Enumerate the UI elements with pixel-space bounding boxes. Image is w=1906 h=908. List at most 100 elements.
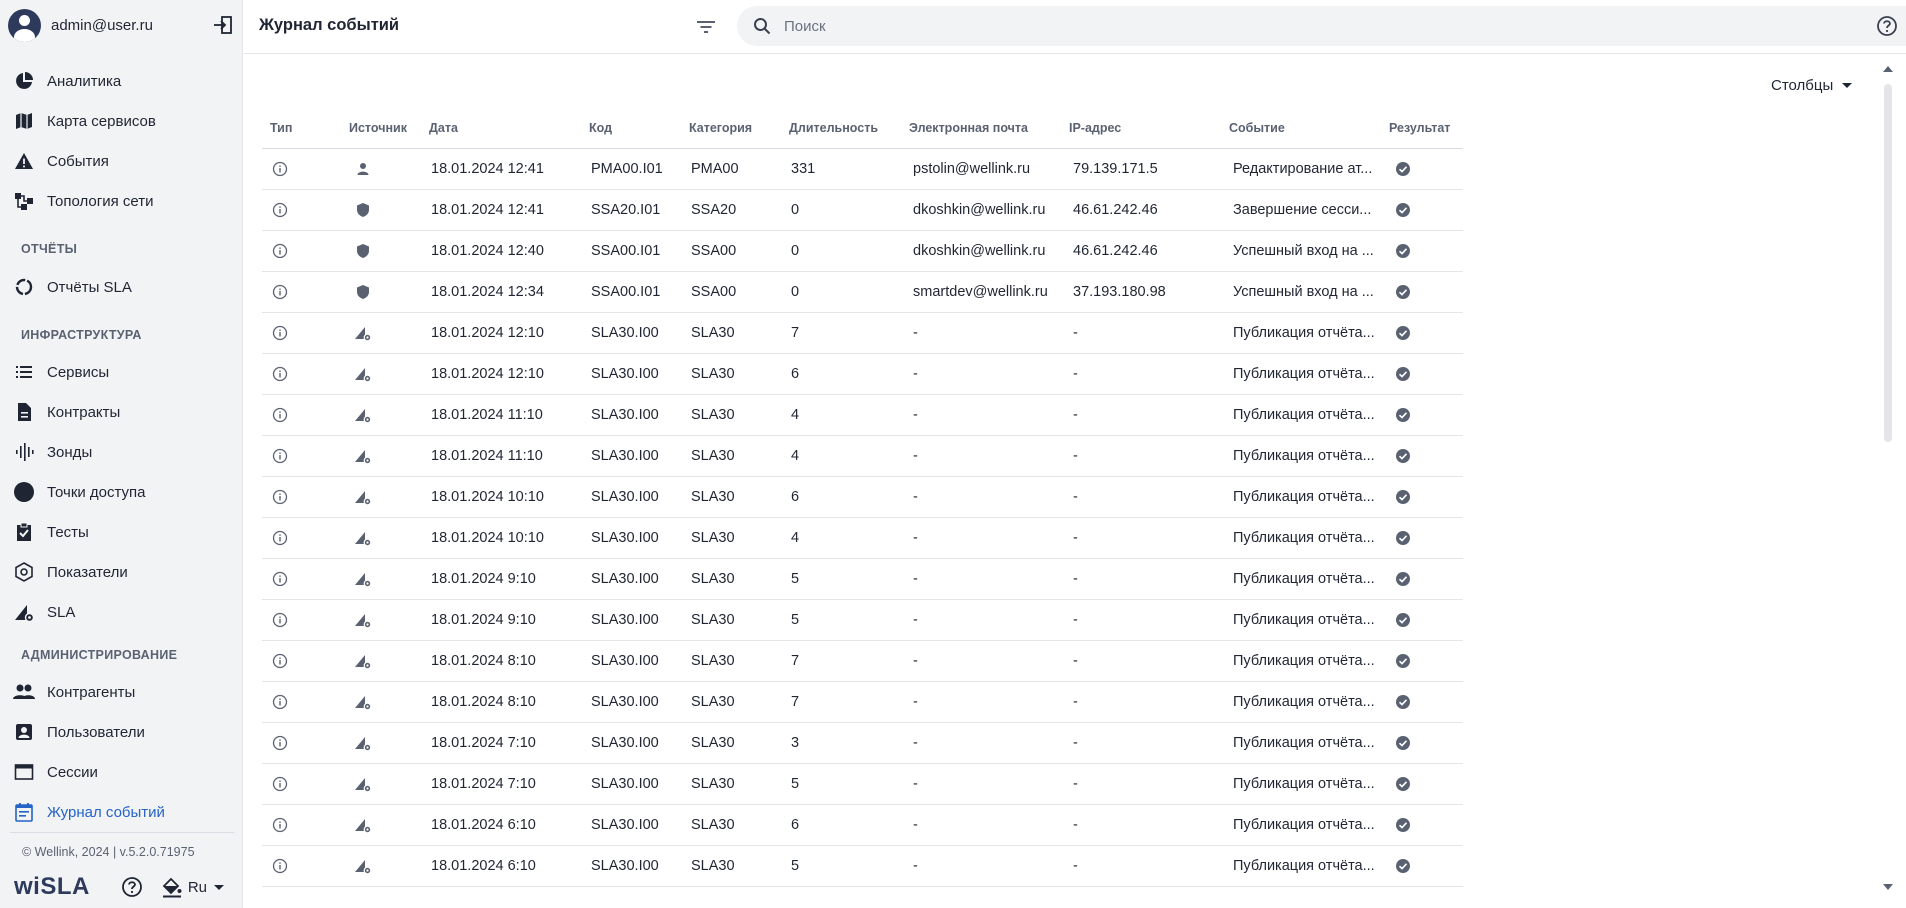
search-input[interactable] bbox=[784, 17, 1784, 35]
sidebar-item-counterparties[interactable]: Контрагенты bbox=[12, 676, 237, 708]
table-row[interactable]: 18.01.2024 8:10 SLA30.I00 SLA30 7 - - Публикац… bbox=[262, 682, 1463, 723]
date-cell: 18.01.2024 6:10 bbox=[431, 858, 536, 874]
table-row[interactable]: 18.01.2024 12:41 PMA00.I01 PMA00 331 pstolin… bbox=[262, 149, 1463, 190]
table-row[interactable]: 18.01.2024 6:10 SLA30.I00 SLA30 6 - - Публикац… bbox=[262, 805, 1463, 846]
table-row[interactable]: 18.01.2024 7:10 SLA30.I00 SLA30 3 - - Публикац… bbox=[262, 723, 1463, 764]
info-icon bbox=[270, 323, 290, 343]
sidebar-item-analytics[interactable]: Аналитика bbox=[12, 65, 237, 97]
sidebar-item-sla-reports[interactable]: Отчёты SLA bbox=[12, 271, 237, 303]
code-cell: SLA30.I00 bbox=[591, 407, 659, 423]
ip-cell: - bbox=[1073, 366, 1078, 382]
duration-cell: 7 bbox=[791, 694, 800, 710]
help-icon[interactable] bbox=[1874, 13, 1900, 39]
sidebar-item-tests[interactable]: Тесты bbox=[12, 516, 237, 548]
type-cell bbox=[262, 405, 341, 425]
section-title-reports: ОТЧЁТЫ bbox=[21, 242, 78, 256]
sidebar-item-sla[interactable]: SLA bbox=[12, 596, 237, 628]
sla-gear-icon bbox=[353, 487, 373, 507]
info-icon bbox=[270, 405, 290, 425]
column-header-source[interactable]: Источник bbox=[341, 121, 421, 135]
chevron-down-icon bbox=[214, 884, 225, 890]
search-icon bbox=[751, 15, 773, 37]
scroll-up-arrow-icon[interactable] bbox=[1883, 66, 1893, 72]
sidebar-item-label: Сервисы bbox=[47, 363, 110, 381]
result-cell bbox=[1381, 487, 1463, 507]
event-cell: Публикация отчёта... bbox=[1233, 735, 1375, 751]
sidebar-item-access-points[interactable]: Точки доступа bbox=[12, 476, 237, 508]
table-row[interactable]: 18.01.2024 12:10 SLA30.I00 SLA30 6 - - Публика… bbox=[262, 354, 1463, 395]
table-row[interactable]: 18.01.2024 12:41 SSA20.I01 SSA20 0 dkoshkin@… bbox=[262, 190, 1463, 231]
table-row[interactable]: 18.01.2024 8:10 SLA30.I00 SLA30 7 - - Публикац… bbox=[262, 641, 1463, 682]
table-row[interactable]: 18.01.2024 7:10 SLA30.I00 SLA30 5 - - Публикац… bbox=[262, 764, 1463, 805]
ip-cell: - bbox=[1073, 448, 1078, 464]
event-cell: Публикация отчёта... bbox=[1233, 776, 1375, 792]
sidebar-item-event-log[interactable]: Журнал событий bbox=[12, 796, 237, 828]
table-row[interactable]: 18.01.2024 12:40 SSA00.I01 SSA00 0 dkoshkin@… bbox=[262, 231, 1463, 272]
sidebar-item-probes[interactable]: Зонды bbox=[12, 436, 237, 468]
column-header-type[interactable]: Тип bbox=[262, 121, 341, 135]
source-cell bbox=[341, 774, 421, 794]
sidebar-item-users[interactable]: Пользователи bbox=[12, 716, 237, 748]
sidebar-item-service-map[interactable]: Карта сервисов bbox=[12, 105, 237, 137]
sidebar-item-sessions[interactable]: Сессии bbox=[12, 756, 237, 788]
table-row[interactable]: 18.01.2024 9:10 SLA30.I00 SLA30 5 - - Публикац… bbox=[262, 559, 1463, 600]
sidebar-item-services[interactable]: Сервисы bbox=[12, 356, 237, 388]
type-cell bbox=[262, 856, 341, 876]
category-cell: SLA30 bbox=[691, 489, 735, 505]
email-cell: - bbox=[913, 612, 918, 628]
logout-icon[interactable] bbox=[211, 13, 235, 37]
scrollbar-thumb[interactable] bbox=[1884, 84, 1892, 442]
table-row[interactable]: 18.01.2024 12:34 SSA00.I01 SSA00 0 smartdev@… bbox=[262, 272, 1463, 313]
sidebar-item-label: Контракты bbox=[47, 403, 121, 421]
sidebar-item-contracts[interactable]: Контракты bbox=[12, 396, 237, 428]
date-cell: 18.01.2024 12:34 bbox=[431, 284, 544, 300]
language-select[interactable]: Ru bbox=[188, 879, 225, 896]
category-cell: SLA30 bbox=[691, 407, 735, 423]
duration-cell: 0 bbox=[791, 243, 800, 259]
duration-cell: 3 bbox=[791, 735, 800, 751]
sidebar-item-metrics[interactable]: Показатели bbox=[12, 556, 237, 588]
scroll-down-arrow-icon[interactable] bbox=[1883, 884, 1893, 890]
event-cell: Редактирование ат... bbox=[1233, 161, 1373, 177]
table-row[interactable]: 18.01.2024 9:10 SLA30.I00 SLA30 5 - - Публикац… bbox=[262, 600, 1463, 641]
email-cell: - bbox=[913, 817, 918, 833]
event-cell: Завершение сесси... bbox=[1233, 202, 1372, 218]
column-header-result[interactable]: Результат bbox=[1381, 121, 1463, 135]
category-cell: SSA20 bbox=[691, 202, 737, 218]
sidebar-item-label: Карта сервисов bbox=[47, 112, 156, 130]
column-header-date[interactable]: Дата bbox=[421, 121, 581, 135]
table-row[interactable]: 18.01.2024 6:10 SLA30.I00 SLA30 5 - - Публикац… bbox=[262, 846, 1463, 887]
column-header-duration[interactable]: Длительность bbox=[781, 121, 901, 135]
event-cell: Публикация отчёта... bbox=[1233, 612, 1375, 628]
code-cell: SLA30.I00 bbox=[591, 858, 659, 874]
filter-icon[interactable] bbox=[693, 14, 719, 40]
result-cell bbox=[1381, 446, 1463, 466]
duration-cell: 5 bbox=[791, 858, 800, 874]
check-circle-icon bbox=[1393, 856, 1413, 876]
table-row[interactable]: 18.01.2024 11:10 SLA30.I00 SLA30 4 - - Публика… bbox=[262, 395, 1463, 436]
columns-button[interactable]: Столбцы bbox=[1771, 74, 1853, 96]
table-row[interactable]: 18.01.2024 11:10 SLA30.I00 SLA30 4 - - Публика… bbox=[262, 436, 1463, 477]
event-cell: Публикация отчёта... bbox=[1233, 489, 1375, 505]
column-header-event[interactable]: Событие bbox=[1221, 121, 1381, 135]
table-row[interactable]: 18.01.2024 12:10 SLA30.I00 SLA30 7 - - Публика… bbox=[262, 313, 1463, 354]
theme-paint-icon[interactable] bbox=[160, 875, 184, 899]
table-row[interactable]: 18.01.2024 10:10 SLA30.I00 SLA30 4 - - Публика… bbox=[262, 518, 1463, 559]
event-log-icon bbox=[12, 800, 36, 824]
ip-cell: - bbox=[1073, 735, 1078, 751]
sidebar-item-topology[interactable]: Топология сети bbox=[12, 185, 237, 217]
column-header-code[interactable]: Код bbox=[581, 121, 681, 135]
scrollbar[interactable] bbox=[1880, 62, 1896, 898]
metrics-icon bbox=[12, 560, 36, 584]
table-row[interactable]: 18.01.2024 10:10 SLA30.I00 SLA30 6 - - Публика… bbox=[262, 477, 1463, 518]
sidebar-item-label: Пользователи bbox=[47, 723, 145, 741]
duration-cell: 5 bbox=[791, 776, 800, 792]
column-header-email[interactable]: Электронная почта bbox=[901, 121, 1061, 135]
column-header-category[interactable]: Категория bbox=[681, 121, 781, 135]
info-icon bbox=[270, 815, 290, 835]
sidebar-item-events[interactable]: События bbox=[12, 145, 237, 177]
info-icon bbox=[270, 364, 290, 384]
column-header-ip[interactable]: IP-адрес bbox=[1061, 121, 1221, 135]
help-icon[interactable] bbox=[120, 875, 144, 899]
avatar[interactable] bbox=[8, 8, 41, 42]
